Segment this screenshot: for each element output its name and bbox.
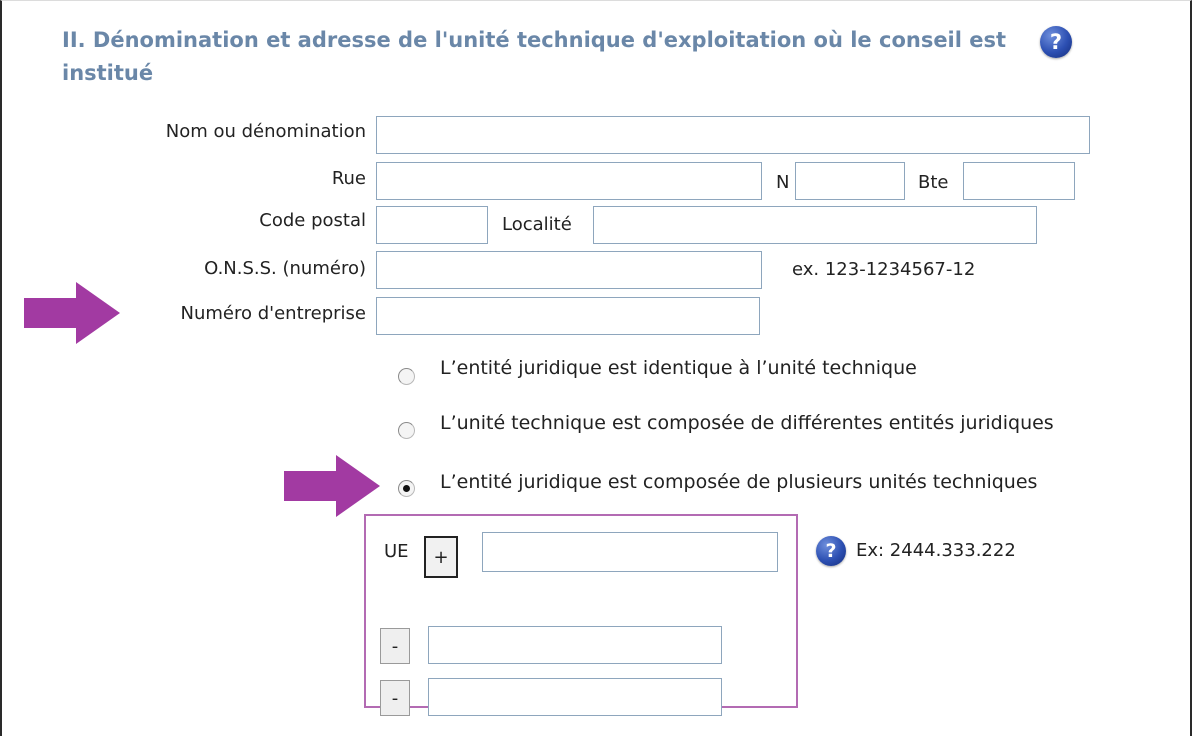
help-icon[interactable]: ? [1040,26,1072,58]
entreprise-label: Numéro d'entreprise [180,303,367,324]
onss-example: ex. 123-1234567-12 [792,259,976,280]
ue-example: Ex: 2444.333.222 [856,540,1016,561]
add-ue-button[interactable]: + [424,536,458,578]
nom-label: Nom ou dénomination [165,121,366,142]
code-postal-input[interactable] [376,206,488,244]
radio-label: L’unité technique est composée de différ… [440,412,1054,434]
radio-option-identique[interactable]: L’entité juridique est identique à l’uni… [398,356,1058,386]
radio-label: L’entité juridique est identique à l’uni… [440,357,917,379]
help-icon[interactable]: ? [816,536,846,566]
help-icon-glyph: ? [1049,29,1063,54]
arrow-icon [284,455,380,517]
entreprise-input[interactable] [376,297,760,335]
rue-input[interactable] [376,162,762,200]
radio-icon[interactable] [398,368,415,385]
nom-input[interactable] [376,116,1090,154]
radio-icon[interactable] [398,422,415,439]
ue-input[interactable] [482,532,778,572]
remove-ue-button[interactable]: - [380,680,410,716]
rue-label: Rue [331,168,366,189]
help-icon-glyph: ? [825,539,837,562]
onss-label: O.N.S.S. (numéro) [204,258,366,279]
radio-icon[interactable] [398,480,415,497]
ue-row-input[interactable] [428,678,722,716]
localite-label: Localité [502,214,572,235]
ue-row-input[interactable] [428,626,722,664]
numero-input[interactable] [795,162,905,200]
radio-label: L’entité juridique est composée de plusi… [440,471,1038,493]
section-title: II. Dénomination et adresse de l'unité t… [62,28,1007,85]
ue-label: UE [384,541,409,562]
numero-label: N [776,172,790,193]
boite-label: Bte [918,172,949,193]
arrow-icon [24,282,120,344]
code-postal-label: Code postal [259,210,366,231]
localite-input[interactable] [593,206,1037,244]
boite-input[interactable] [963,162,1075,200]
radio-option-plusieurs-unites[interactable]: L’entité juridique est composée de plusi… [398,470,1158,500]
remove-ue-button[interactable]: - [380,628,410,664]
radio-option-differentes-entites[interactable]: L’unité technique est composée de différ… [398,411,1178,441]
onss-input[interactable] [376,251,762,289]
